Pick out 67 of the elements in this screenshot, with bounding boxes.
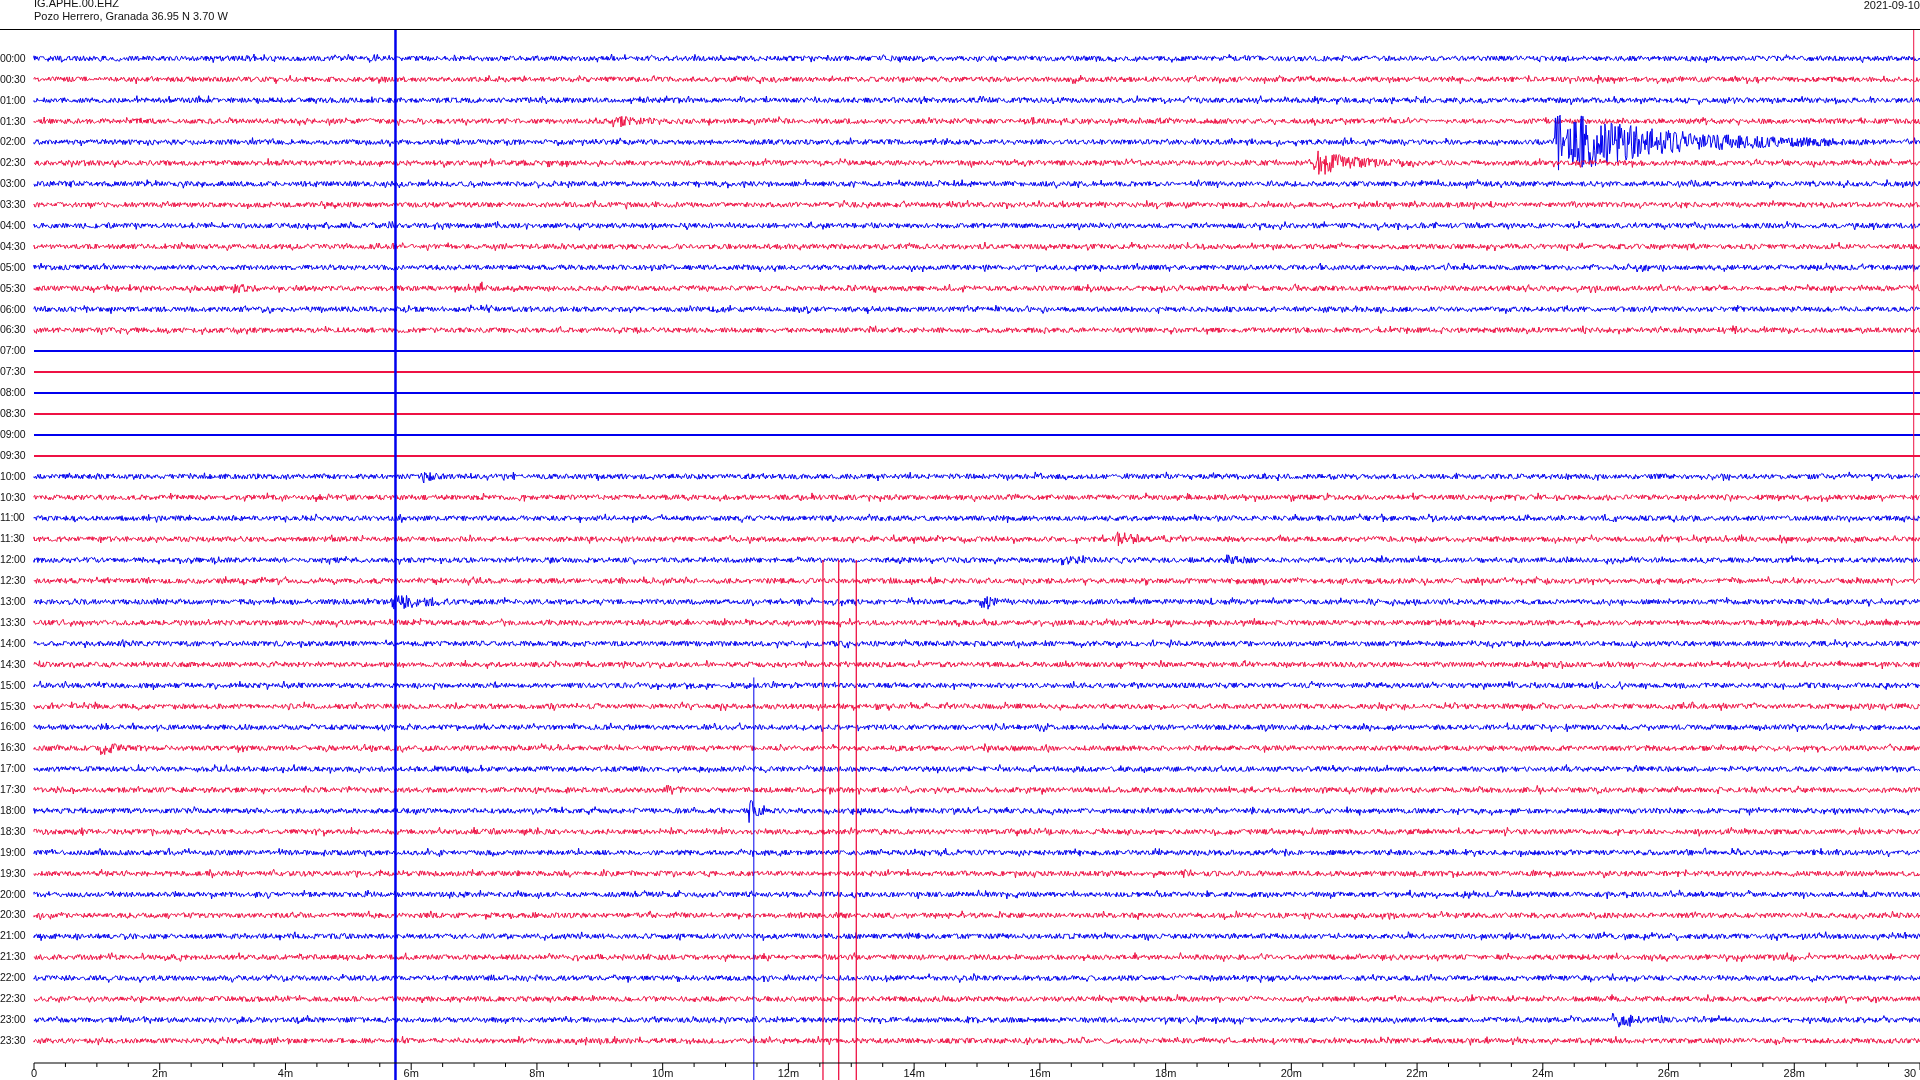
time-label: 16:00 — [0, 719, 27, 735]
axis-tick-label: 2m — [152, 1067, 168, 1080]
station-location: Pozo Herrero, Granada 36.95 N 3.70 W — [34, 10, 228, 23]
time-label: 18:00 — [0, 802, 27, 818]
time-label: 12:00 — [0, 552, 27, 568]
time-label: 11:30 — [0, 531, 26, 547]
time-label: 15:30 — [0, 698, 27, 714]
time-label: 13:30 — [0, 614, 27, 630]
time-label: 06:00 — [0, 301, 27, 317]
time-label: 22:30 — [0, 990, 27, 1006]
time-label: 06:30 — [0, 322, 27, 338]
time-label: 20:00 — [0, 886, 27, 902]
time-label: 14:30 — [0, 656, 27, 672]
axis-tick-label: 30 — [1903, 1067, 1917, 1080]
axis-tick-label: 28m — [1783, 1067, 1805, 1080]
time-label: 09:00 — [0, 426, 27, 442]
time-label: 01:00 — [0, 92, 27, 108]
time-label: 20:30 — [0, 907, 27, 923]
time-label: 17:30 — [0, 782, 27, 798]
time-label: 08:30 — [0, 406, 27, 422]
time-label: 19:00 — [0, 844, 27, 860]
time-label: 08:00 — [0, 385, 27, 401]
time-label: 02:00 — [0, 134, 27, 150]
time-label: 02:30 — [0, 155, 27, 171]
time-label: 00:00 — [0, 50, 27, 66]
time-label: 16:30 — [0, 740, 27, 756]
time-label: 07:00 — [0, 343, 27, 359]
axis-tick-label: 26m — [1657, 1067, 1680, 1080]
date-label: 2021-09-10 — [1863, 0, 1920, 11]
time-label: 04:30 — [0, 238, 27, 254]
time-label: 14:00 — [0, 635, 27, 651]
time-label: 03:00 — [0, 176, 27, 192]
axis-tick-label: 8m — [529, 1067, 545, 1080]
axis-tick-label: 0 — [30, 1067, 38, 1080]
axis-tick-label: 12m — [777, 1067, 800, 1080]
time-label: 04:00 — [0, 218, 27, 233]
axis-tick-label: 16m — [1029, 1067, 1051, 1080]
time-label: 18:30 — [0, 823, 27, 839]
axis-tick-label: 6m — [403, 1067, 419, 1080]
time-label: 12:30 — [0, 573, 27, 589]
time-label: 09:30 — [0, 447, 27, 463]
time-label: 10:30 — [0, 489, 27, 505]
time-label: 10:00 — [0, 468, 27, 484]
time-label: 00:30 — [0, 71, 27, 87]
time-label: 17:00 — [0, 761, 27, 777]
time-label: 23:00 — [0, 1011, 27, 1027]
time-label: 03:30 — [0, 197, 27, 213]
time-label: 15:00 — [0, 677, 27, 693]
time-label: 07:30 — [0, 364, 27, 380]
time-label: 05:30 — [0, 280, 27, 296]
axis-tick-label: 4m — [277, 1067, 294, 1080]
time-label: 21:30 — [0, 949, 27, 965]
time-label: 11:00 — [0, 510, 26, 526]
time-label: 21:00 — [0, 928, 27, 944]
axis-tick-label: 20m — [1280, 1067, 1303, 1080]
time-label: 19:30 — [0, 865, 27, 881]
axis-tick-label: 18m — [1154, 1067, 1177, 1080]
time-label: 13:00 — [0, 594, 27, 610]
time-label: 01:30 — [0, 113, 27, 129]
axis-tick-label: 10m — [651, 1067, 674, 1080]
time-label: 22:00 — [0, 970, 27, 986]
time-label: 05:00 — [0, 259, 27, 275]
station-code: IG.APHE.00.EHZ — [34, 0, 120, 10]
axis-tick-label: 22m — [1406, 1067, 1428, 1080]
axis-tick-label: 24m — [1532, 1067, 1554, 1080]
time-label: 23:30 — [0, 1032, 27, 1048]
axis-tick-label: 14m — [903, 1067, 925, 1080]
